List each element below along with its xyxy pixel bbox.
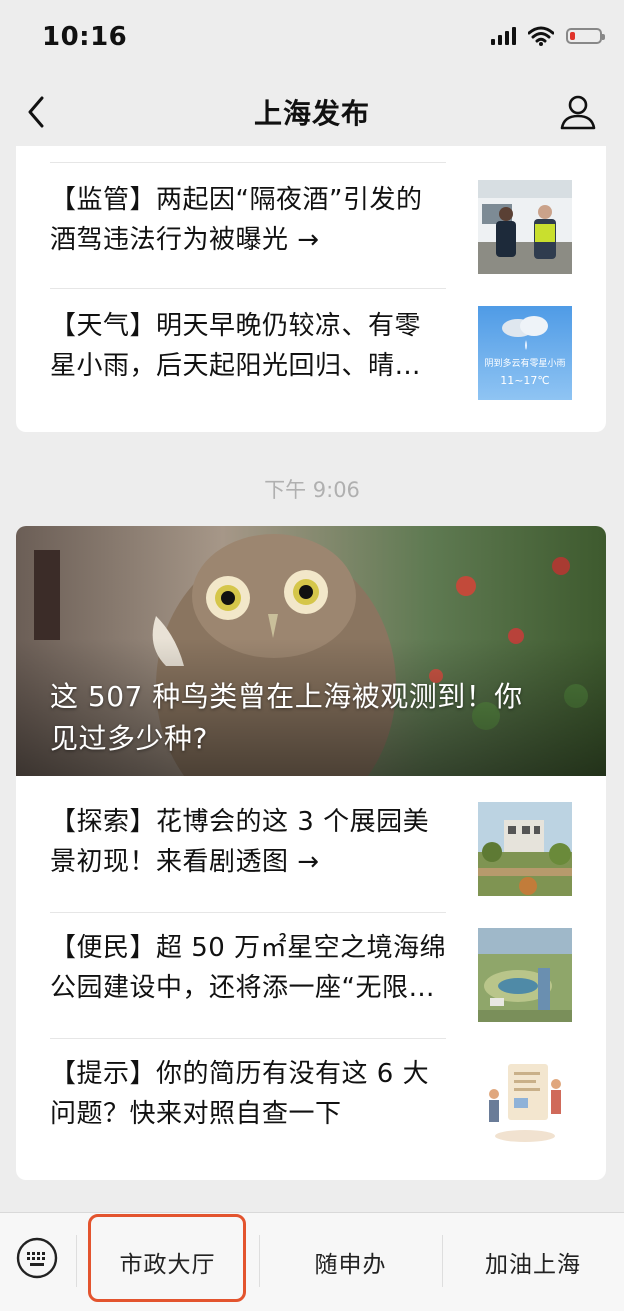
menu-item-suishenban[interactable]: 随申办 — [259, 1213, 442, 1311]
article-title: 【探索】花博会的这 3 个展园美 景初现！来看剧透图 → — [50, 807, 430, 877]
menu-item-highlight-box — [88, 1214, 246, 1302]
status-bar: 10:16 — [0, 0, 624, 78]
svg-text:阴到多云有零星小雨: 阴到多云有零星小雨 — [484, 357, 565, 369]
headline-article[interactable]: 这 507 种鸟类曾在上海被观测到！你 见过多少种? — [16, 526, 606, 776]
headline-title: 这 507 种鸟类曾在上海被观测到！你 见过多少种? — [50, 680, 523, 755]
menu-item-jiayou-shanghai[interactable]: 加油上海 — [442, 1213, 624, 1311]
garden-photo — [478, 802, 572, 896]
weather-card: 阴到多云有零星小雨 11~17℃ — [478, 306, 572, 400]
divider — [50, 1038, 446, 1039]
article-title: 【监管】两起因“隔夜酒”引发的 酒驾违法行为被曝光 → — [50, 185, 423, 255]
list-item[interactable]: 【天气】明天早晚仍较凉、有零 星小雨，后天起阳光回归、晴… 阴到多云有零星小雨 … — [50, 306, 572, 400]
article-card-group: 这 507 种鸟类曾在上海被观测到！你 见过多少种? 【探索】花博会的这 3 个… — [16, 526, 606, 1180]
divider — [50, 162, 446, 163]
svg-text:11~17℃: 11~17℃ — [500, 374, 550, 387]
status-icons — [491, 26, 605, 46]
divider — [50, 912, 446, 913]
police-photo — [478, 180, 572, 274]
page-title: 上海发布 — [253, 97, 370, 130]
person-icon[interactable] — [558, 92, 598, 132]
list-item[interactable]: 【提示】你的简历有没有这 6 大 问题？快来对照自查一下 — [50, 1054, 572, 1148]
keyboard-icon[interactable] — [16, 1237, 58, 1279]
list-item[interactable]: 【便民】超 50 万㎡星空之境海绵 公园建设中，还将添一座“无限… — [50, 928, 572, 1022]
article-title: 【便民】超 50 万㎡星空之境海绵 公园建设中，还将添一座“无限… — [50, 933, 447, 1003]
message-time-label: 下午 9:06 — [264, 478, 360, 502]
article-title: 【天气】明天早晚仍较凉、有零 星小雨，后天起阳光回归、晴… — [50, 311, 422, 381]
battery-low-icon — [566, 28, 605, 44]
divider — [50, 288, 446, 289]
signal-icon — [491, 27, 516, 45]
nav-bar: 上海发布 — [0, 78, 624, 146]
wifi-icon — [528, 26, 554, 46]
list-item[interactable]: 【监管】两起因“隔夜酒”引发的 酒驾违法行为被曝光 → — [50, 180, 572, 274]
resume-illustration — [478, 1054, 572, 1148]
list-item[interactable]: 【探索】花博会的这 3 个展园美 景初现！来看剧透图 → — [50, 802, 572, 896]
status-time: 10:16 — [42, 22, 128, 52]
park-aerial-photo — [478, 928, 572, 1022]
article-card-previous: 【监管】两起因“隔夜酒”引发的 酒驾违法行为被曝光 → 【天气】明天早晚仍较凉、… — [16, 146, 606, 432]
article-title: 【提示】你的简历有没有这 6 大 问题？快来对照自查一下 — [50, 1059, 430, 1129]
